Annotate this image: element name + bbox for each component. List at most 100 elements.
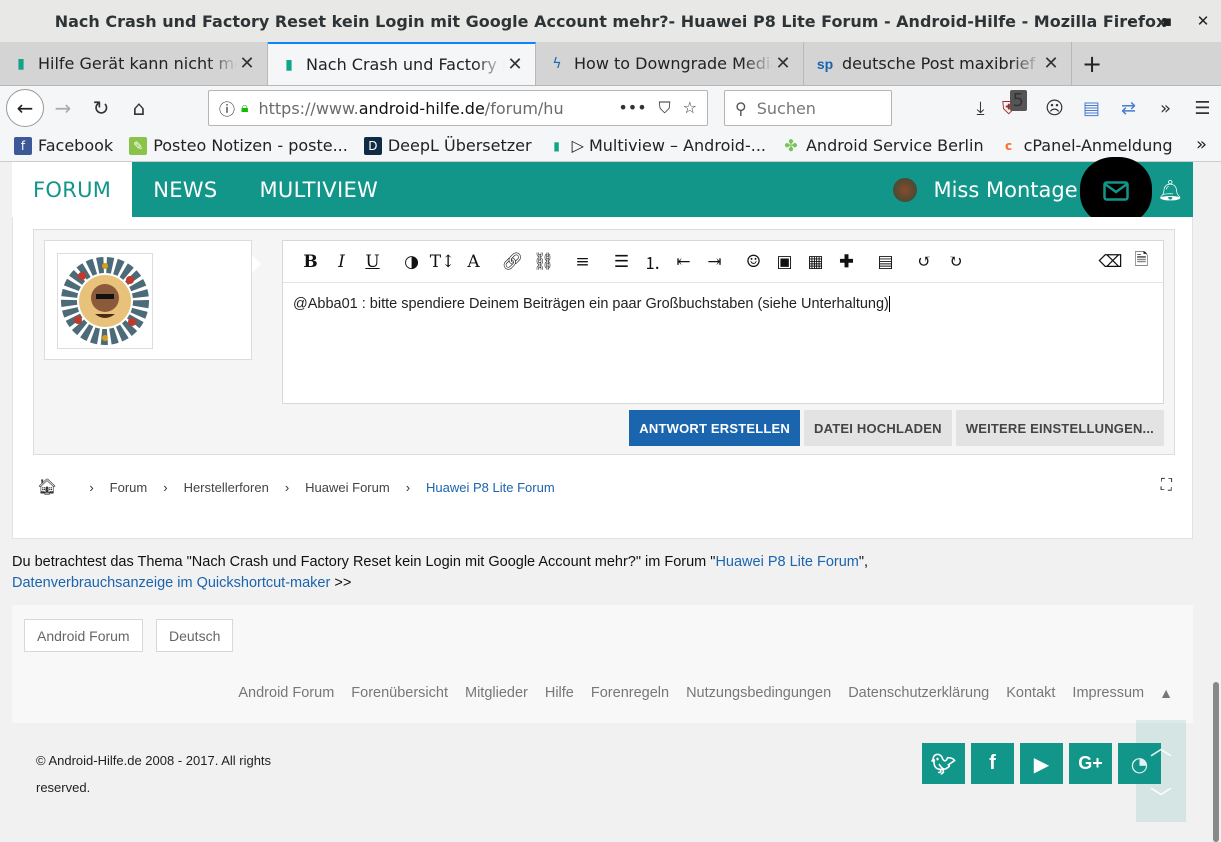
footer-link[interactable]: Mitglieder	[465, 685, 528, 701]
footer-link[interactable]: Forenregeln	[591, 685, 669, 701]
tab-downgrade[interactable]: ϟ How to Downgrade Media ✕	[536, 42, 804, 85]
color-icon[interactable]: ◑	[396, 252, 427, 272]
googleplus-icon[interactable]: G+	[1069, 743, 1112, 784]
extension-face-icon[interactable]: ☹	[1036, 98, 1073, 119]
close-window-button[interactable]: ✕	[1185, 12, 1221, 30]
underline-icon[interactable]: U	[357, 252, 388, 272]
bookmark-posteo[interactable]: ✎ Posteo Notizen - poste...	[129, 136, 348, 155]
indent-icon[interactable]: ⇥	[699, 252, 730, 272]
bookmark-facebook[interactable]: f Facebook	[14, 136, 113, 155]
menu-icon[interactable]: ☰	[1184, 98, 1221, 119]
tab-nach-crash[interactable]: ▮ Nach Crash und Factory Re ✕	[268, 42, 536, 85]
eraser-icon[interactable]: ⌫	[1095, 252, 1126, 272]
inbox-envelope-icon[interactable]	[1079, 156, 1152, 225]
tab-hilfe-geraet[interactable]: ▮ Hilfe Gerät kann nicht mehr ✕	[0, 42, 268, 85]
bell-icon[interactable]: 🔔︎	[1158, 178, 1183, 202]
bookmark-star-icon[interactable]: ☆	[683, 98, 697, 118]
forward-button[interactable]: →	[44, 89, 82, 127]
home-icon[interactable]: 🏠︎	[37, 477, 57, 497]
smiley-icon[interactable]: ☺	[738, 252, 769, 272]
style-chooser-button[interactable]: Android Forum	[24, 619, 143, 652]
next-thread-link[interactable]: Datenverbrauchsanzeige im Quickshortcut-…	[12, 575, 330, 591]
save-draft-icon[interactable]: ▤	[870, 252, 901, 272]
reload-button[interactable]: ↻	[82, 89, 120, 127]
reader-icon[interactable]: ▤	[1073, 98, 1110, 119]
breadcrumb-huawei[interactable]: Huawei Forum	[305, 480, 390, 495]
sitemap-icon[interactable]: ⛶	[1161, 475, 1172, 495]
scroll-up-arrow-icon[interactable]: ▲	[1159, 685, 1173, 701]
bookmark-cpanel[interactable]: c cPanel-Anmeldung	[1000, 136, 1173, 155]
font-size-icon[interactable]: T↕	[427, 252, 458, 272]
new-tab-button[interactable]: +	[1072, 42, 1112, 85]
redo-icon[interactable]: ↻	[940, 252, 971, 272]
footer-link[interactable]: Forenübersicht	[351, 685, 448, 701]
link-icon[interactable]: 🔗︎	[497, 252, 528, 272]
editor-text-area[interactable]: @Abba01 : bitte spendiere Deinem Beiträg…	[283, 283, 1163, 325]
undo-icon[interactable]: ↺	[909, 252, 940, 272]
ublock-icon[interactable]: ⛨5	[999, 89, 1036, 119]
upload-file-button[interactable]: DATEI HOCHLADEN	[804, 410, 952, 446]
italic-icon[interactable]: I	[326, 252, 357, 272]
nav-news[interactable]: NEWS	[132, 162, 238, 217]
close-tab-icon[interactable]: ✕	[1041, 53, 1061, 74]
image-icon[interactable]: ▣	[769, 252, 800, 272]
search-bar[interactable]: ⚲ Suchen	[724, 90, 892, 126]
pocket-icon[interactable]: ⛉	[659, 98, 671, 118]
translate-icon[interactable]: ⇄	[1110, 98, 1147, 119]
language-chooser-button[interactable]: Deutsch	[156, 619, 234, 652]
forum-link[interactable]: Huawei P8 Lite Forum	[715, 554, 858, 570]
scroll-bottom-chevron-icon[interactable]: ﹀	[1150, 781, 1172, 813]
youtube-icon[interactable]: ▶	[1020, 743, 1063, 784]
minimize-button[interactable]: –	[1113, 12, 1149, 30]
bookmark-android-service[interactable]: ✤ Android Service Berlin	[782, 136, 983, 155]
insert-plus-icon[interactable]: ✚	[831, 252, 862, 272]
twitter-icon[interactable]: 🐦︎	[922, 743, 965, 784]
source-code-icon[interactable]: 🗎︎	[1126, 247, 1157, 276]
footer-link[interactable]: Hilfe	[545, 685, 574, 701]
nav-multiview[interactable]: MULTIVIEW	[238, 162, 399, 217]
footer-link[interactable]: Impressum	[1072, 685, 1144, 701]
home-button[interactable]: ⌂	[120, 89, 158, 127]
window-titlebar: Nach Crash und Factory Reset kein Login …	[0, 0, 1221, 42]
breadcrumb-herstellerforen[interactable]: Herstellerforen	[184, 480, 269, 495]
page-scrollbar[interactable]	[1211, 162, 1221, 842]
more-options-button[interactable]: WEITERE EINSTELLUNGEN...	[955, 410, 1164, 446]
bullet-list-icon[interactable]: ☰	[606, 252, 637, 272]
downloads-icon[interactable]: ⤓	[962, 98, 999, 119]
bookmark-multiview[interactable]: ▮ ▷ Multiview – Android-...	[548, 136, 766, 155]
tab-deutsche-post[interactable]: sp deutsche Post maxibrief - ✕	[804, 42, 1072, 85]
nav-forum[interactable]: FORUM	[12, 162, 133, 217]
close-tab-icon[interactable]: ✕	[505, 54, 525, 75]
media-icon[interactable]: ▦	[800, 252, 831, 272]
url-bar[interactable]: ⓘ 🔒︎ https://www.android-hilfe.de/forum/…	[208, 90, 708, 126]
bold-icon[interactable]: B	[295, 252, 326, 272]
back-button[interactable]: ←	[6, 89, 44, 127]
url-text[interactable]: https://www.android-hilfe.de/forum/hu	[258, 99, 618, 118]
overflow-chevron-icon[interactable]: »	[1147, 98, 1184, 119]
editor-buttons: ANTWORT ERSTELLEN DATEI HOCHLADEN WEITER…	[629, 410, 1164, 446]
maximize-button[interactable]: ▪	[1149, 12, 1185, 30]
footer-link[interactable]: Datenschutzerklärung	[848, 685, 989, 701]
bookmark-deepl[interactable]: D DeepL Übersetzer	[363, 136, 532, 155]
numbered-list-icon[interactable]: ⒈	[637, 249, 668, 274]
breadcrumb-p8-lite[interactable]: Huawei P8 Lite Forum	[426, 480, 555, 495]
scrollbar-thumb[interactable]	[1213, 682, 1219, 842]
breadcrumb-forum[interactable]: Forum	[110, 480, 148, 495]
footer-link[interactable]: Kontakt	[1006, 685, 1055, 701]
close-tab-icon[interactable]: ✕	[237, 53, 257, 74]
font-family-icon[interactable]: A	[458, 252, 489, 272]
footer-link[interactable]: Android Forum	[238, 685, 334, 701]
info-icon[interactable]: ⓘ	[219, 96, 235, 120]
facebook-icon[interactable]: f	[971, 743, 1014, 784]
user-avatar[interactable]	[893, 177, 918, 202]
scroll-top-chevron-icon[interactable]: ︿	[1150, 730, 1172, 762]
close-tab-icon[interactable]: ✕	[773, 53, 793, 74]
page-actions-icon[interactable]: •••	[618, 98, 646, 118]
outdent-icon[interactable]: ⇤	[668, 252, 699, 272]
unlink-icon[interactable]: ⛓	[528, 252, 559, 272]
footer-link[interactable]: Nutzungsbedingungen	[686, 685, 831, 701]
align-icon[interactable]: ≡	[567, 252, 598, 272]
username[interactable]: Miss Montage	[933, 178, 1077, 202]
reply-submit-button[interactable]: ANTWORT ERSTELLEN	[629, 410, 801, 446]
bookmarks-overflow-icon[interactable]: »	[1196, 134, 1207, 155]
